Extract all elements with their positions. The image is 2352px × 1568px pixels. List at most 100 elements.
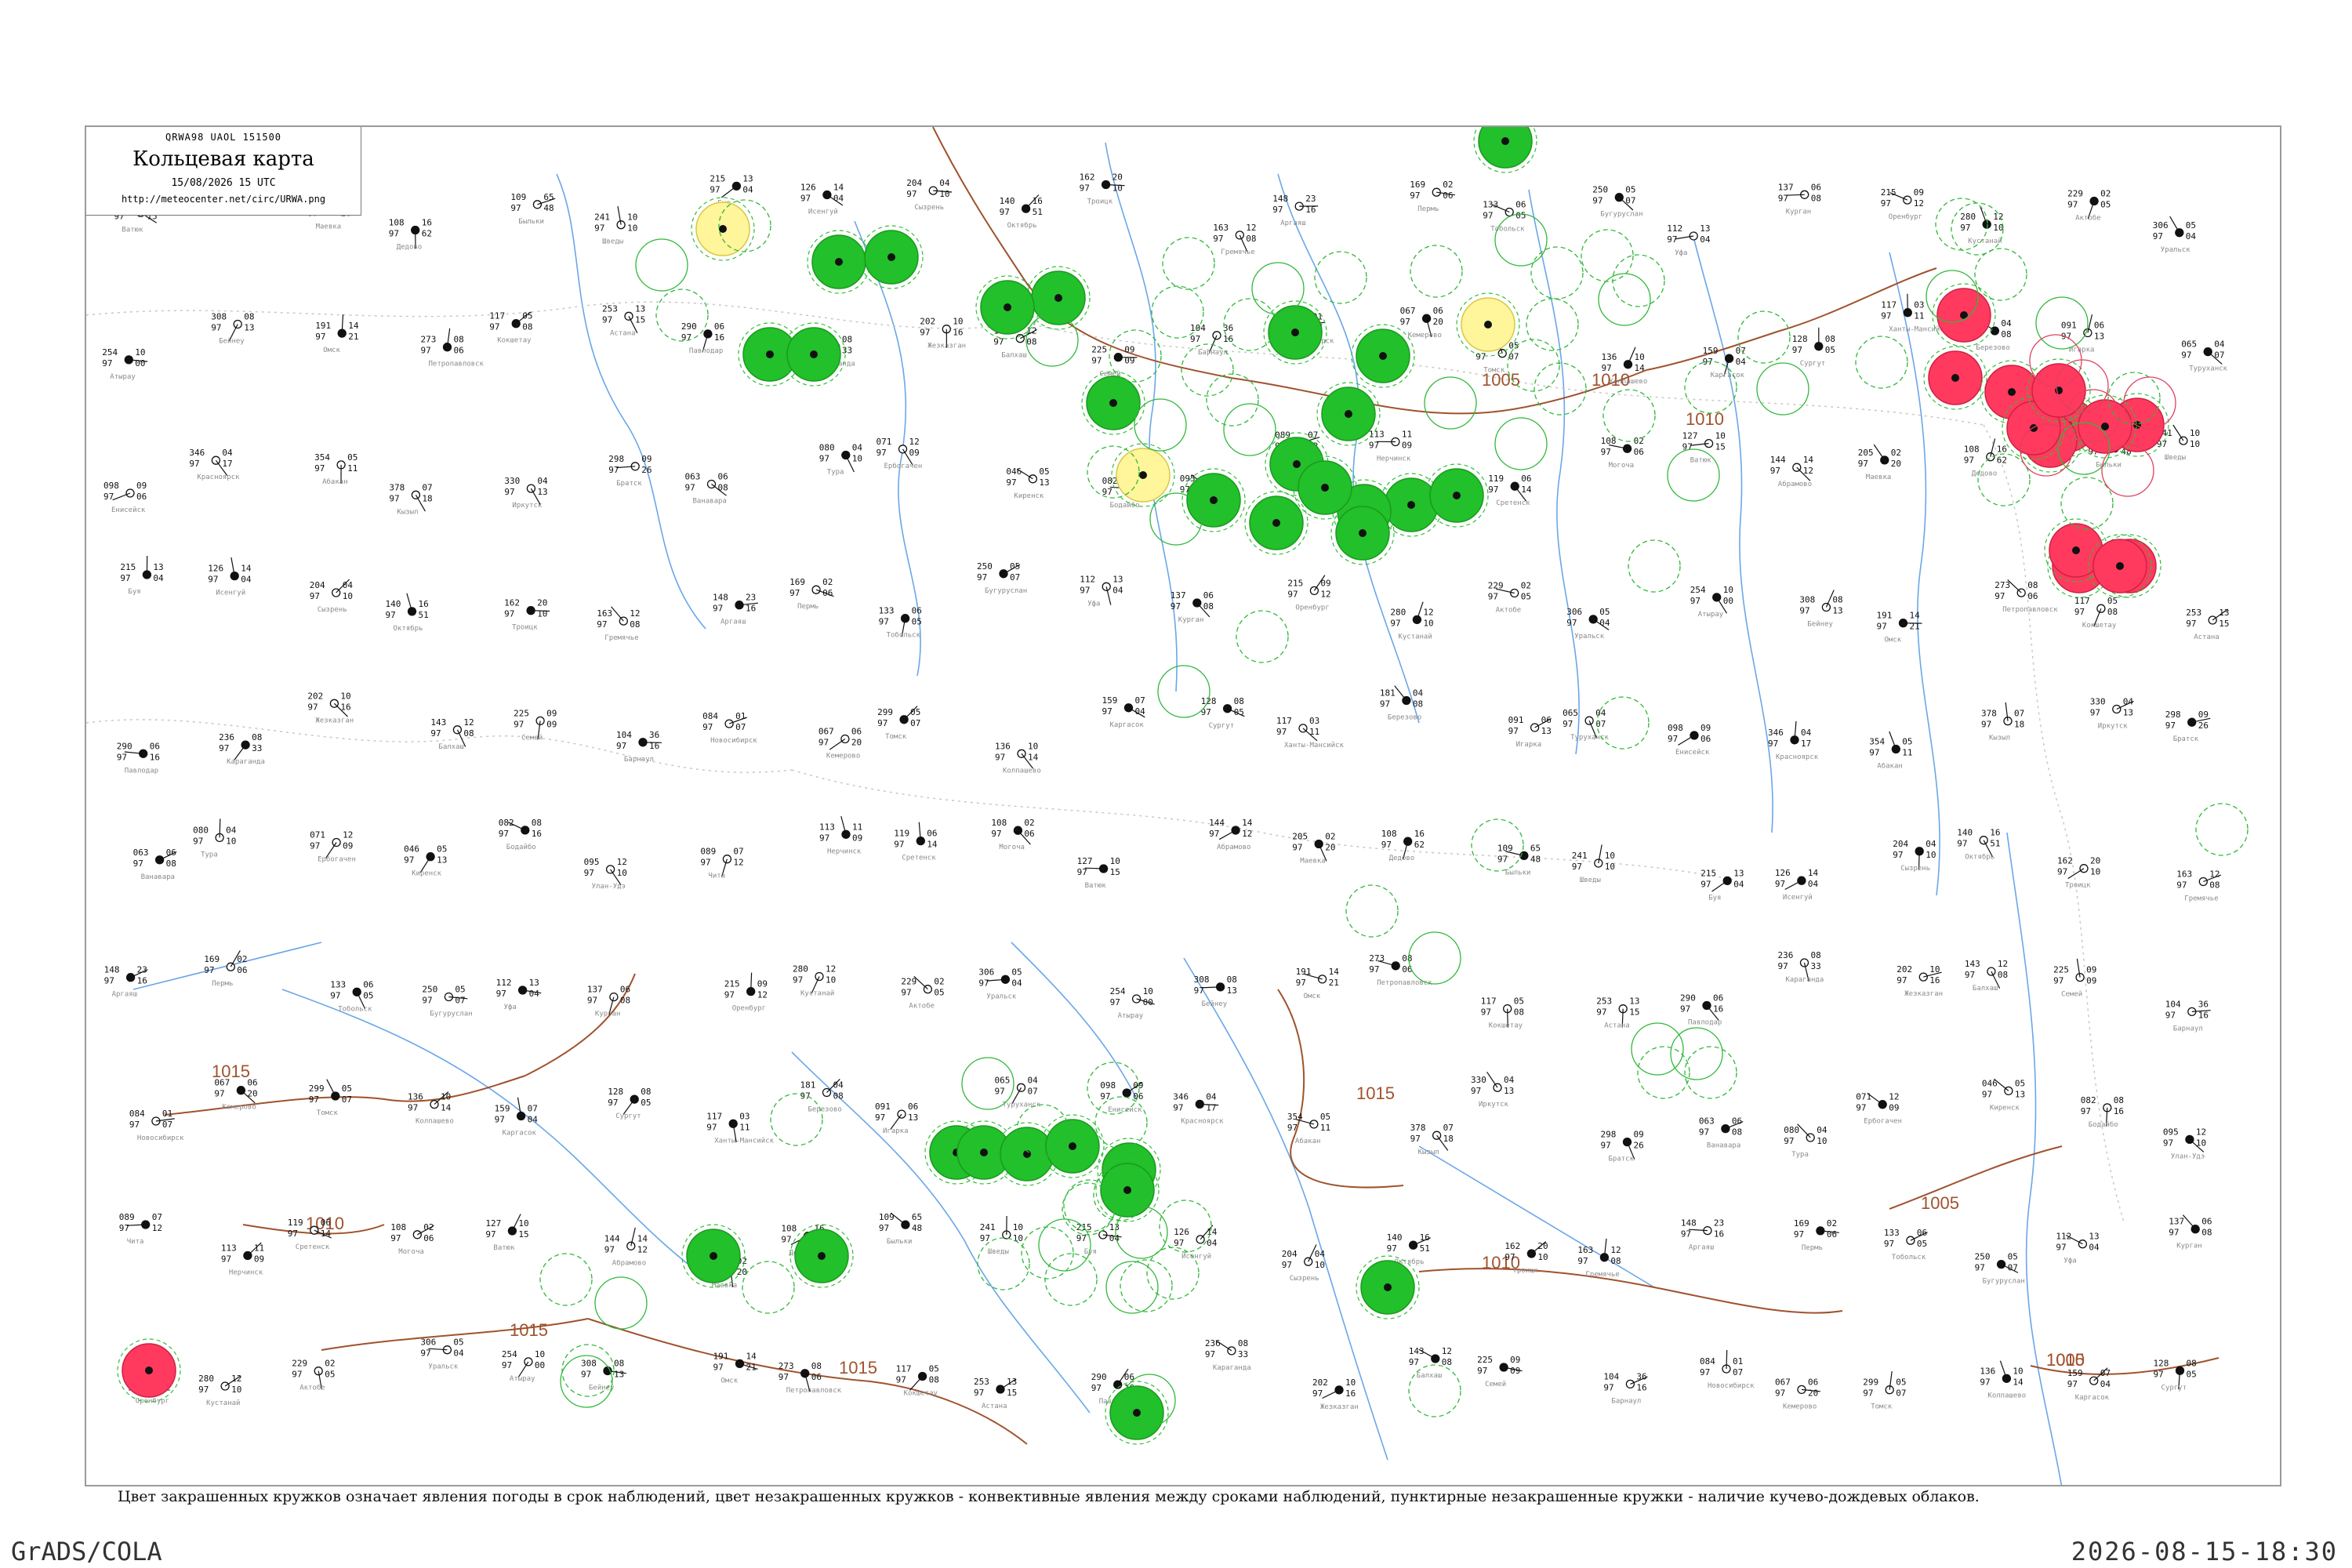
convective-ring-icon[interactable] — [1737, 310, 1791, 364]
convective-ring-icon[interactable] — [1670, 1027, 1723, 1080]
station-plot[interactable]: 108 16 97 62 Дедово — [1964, 438, 2007, 478]
station-plot[interactable]: 202 10 97 16 Жезказган — [1312, 1377, 1359, 1411]
station-plot[interactable]: 137 06 97 08 Курган — [1171, 590, 1214, 624]
station-plot[interactable]: 108 02 97 06 Могоча — [390, 1222, 434, 1256]
station-plot[interactable]: 241 10 97 10 Шведы — [1572, 844, 1615, 884]
station-plot[interactable]: 215 09 97 12 Оренбург — [1881, 187, 1924, 221]
station-plot[interactable]: 202 10 97 16 Жезказган — [920, 317, 966, 350]
convective-ring-icon[interactable] — [594, 1276, 648, 1330]
convective-ring-icon[interactable] — [770, 1093, 823, 1146]
station-plot[interactable]: 378 07 97 18 Кызыл — [1410, 1123, 1454, 1156]
station-plot[interactable]: 136 10 97 14 Колпашево — [995, 741, 1041, 775]
station-plot[interactable]: 112 13 97 04 Уфа — [1080, 574, 1123, 608]
station-plot[interactable]: 308 0897 13Бейнеу — [1194, 975, 1237, 1008]
convective-ring-icon[interactable] — [1684, 361, 1737, 414]
station-plot[interactable]: 273 08 97 06 Петропавловск — [421, 328, 485, 368]
station-plot[interactable]: 148 23 97 16 Аргаяш — [1272, 194, 1319, 227]
thunderstorm-marker-icon[interactable] — [1244, 491, 1308, 555]
station-plot[interactable]: 071 12 97 09 Ербогачен — [310, 830, 356, 864]
station-plot[interactable]: 205 02 97 20 Маевка — [1858, 444, 1901, 481]
station-plot[interactable]: 084 01 97 07 Новосибирск — [1700, 1349, 1755, 1390]
station-plot[interactable]: 067 06 97 20 Кемерово — [1400, 306, 1443, 339]
thunderstorm-marker-icon[interactable] — [1425, 463, 1489, 528]
station-plot[interactable]: 225 09 97 09 Семей — [1477, 1355, 1523, 1388]
convective-ring-icon[interactable] — [1628, 539, 1681, 593]
station-plot[interactable]: 112 13 97 04 Уфа — [1667, 223, 1711, 257]
station-plot[interactable]: 308 0897 13Бейнеу — [211, 312, 254, 346]
station-plot[interactable]: 080 04 97 10 Тура — [819, 443, 863, 477]
station-plot[interactable]: 140 16 97 51 Октябрь — [386, 593, 429, 633]
station-plot[interactable]: 117 05 97 08 Кокшетау — [896, 1364, 939, 1398]
station-plot[interactable]: 205 02 97 20 Маевка — [1292, 832, 1335, 866]
convective-ring-icon[interactable] — [635, 238, 688, 292]
station-plot[interactable]: 253 13 97 15Астана — [974, 1377, 1017, 1410]
station-plot[interactable]: 126 14 97 04 Исенгуй — [1775, 868, 1819, 902]
station-plot[interactable]: 163 12 97 08 Гремячье — [2176, 869, 2222, 903]
convective-ring-icon[interactable] — [1756, 362, 1809, 416]
station-plot[interactable]: 065 04 97 07 Туруханск — [995, 1075, 1041, 1109]
shower-marker-icon[interactable] — [2073, 394, 2137, 459]
station-plot[interactable]: 354 05 97 11 Абакан — [1869, 731, 1913, 771]
convective-ring-icon[interactable] — [1038, 1218, 1091, 1272]
station-plot[interactable]: 191 14 97 21 Омск — [315, 314, 359, 354]
station-plot[interactable]: 084 01 97 07 Новосибирск — [702, 711, 757, 745]
station-plot[interactable]: 229 02 97 05 Актобе — [1488, 581, 1531, 615]
station-plot[interactable]: 137 06 97 08 Курган — [587, 985, 630, 1018]
station-plot[interactable]: 298 09 97 26 Братск — [1601, 1130, 1644, 1163]
station-plot[interactable]: 378 07 97 18 Кызыл — [389, 482, 432, 516]
station-plot[interactable]: 089 07 97 12 Чита — [119, 1212, 162, 1246]
convective-ring-icon[interactable] — [1974, 248, 2027, 301]
station-plot[interactable]: 098 0997 06Енисейск — [1100, 1080, 1143, 1114]
station-plot[interactable]: 308 0897 13Бейнеу — [581, 1359, 626, 1392]
station-plot[interactable]: 330 04 97 13 Иркутск — [2090, 697, 2134, 731]
station-plot[interactable]: 091 06 97 13 Игарка — [875, 1102, 918, 1135]
convective-ring-icon[interactable] — [1151, 285, 1204, 339]
station-plot[interactable]: 162 20 97 10 Троицк — [1080, 172, 1125, 206]
station-plot[interactable]: 280 12 97 10 Кустанай — [1390, 601, 1434, 641]
shower-marker-icon[interactable] — [1932, 283, 1996, 347]
station-plot[interactable]: 204 04 97 10 Сызрень — [1282, 1244, 1326, 1283]
station-plot[interactable]: 113 11 97 09 Нерчинск — [221, 1242, 264, 1277]
station-plot[interactable]: 229 02 97 05 Актобе — [2067, 189, 2111, 223]
thunderstorm-marker-icon[interactable] — [1473, 127, 1537, 173]
station-plot[interactable]: 127 10 97 15Ватюк — [1682, 431, 1726, 465]
station-plot[interactable]: 250 05 97 07 Бугуруслан — [422, 985, 472, 1018]
station-plot[interactable]: 144 14 97 12 Абрамово — [604, 1227, 648, 1267]
station-plot[interactable]: 298 09 97 26 Братск — [2165, 710, 2211, 743]
station-plot[interactable]: 159 07 97 04 Каргасок — [2067, 1367, 2111, 1402]
thunderstorm-marker-icon[interactable] — [1081, 371, 1145, 435]
station-plot[interactable]: 112 13 97 04 Уфа — [2056, 1232, 2100, 1265]
convective-ring-icon[interactable] — [1345, 884, 1399, 938]
station-plot[interactable]: 236 08 97 33 Караганда — [1205, 1338, 1251, 1372]
station-plot[interactable]: 169 02 97 06 Пермь — [1794, 1218, 1839, 1252]
station-plot[interactable]: 082 08 97 16 Бодайбо — [499, 818, 542, 851]
thunderstorm-marker-icon[interactable] — [975, 275, 1040, 339]
convective-ring-icon[interactable] — [1314, 251, 1367, 304]
station-plot[interactable]: 126 14 97 04 Исенгуй — [208, 557, 252, 597]
station-plot[interactable]: 098 0997 06Енисейск — [1668, 723, 1711, 757]
convective-ring-icon[interactable] — [1684, 1046, 1737, 1099]
shower-marker-icon[interactable] — [2088, 534, 2152, 598]
station-plot[interactable]: 140 16 97 51 Октябрь — [1000, 194, 1043, 230]
station-plot[interactable]: 215 09 97 12 Оренбург — [1287, 575, 1331, 612]
station-plot[interactable]: 225 09 97 09 Семей — [2053, 958, 2096, 999]
convective-ring-icon[interactable] — [1115, 1206, 1168, 1259]
station-plot[interactable]: 046 05 97 13 Киренск — [1982, 1078, 2025, 1112]
station-plot[interactable]: 108 02 97 06 Могоча — [991, 818, 1034, 851]
station-plot[interactable]: 065 04 97 07 Туруханск — [2181, 339, 2227, 373]
station-plot[interactable]: 254 10 97 00 Атырау — [1690, 585, 1733, 619]
thunderstorm-marker-icon[interactable] — [782, 322, 846, 387]
station-plot[interactable]: 215139704Буя — [710, 173, 753, 207]
station-plot[interactable]: 067 06 97 20 Кемерово — [818, 727, 862, 760]
station-plot[interactable]: 298 09 97 26 Братск — [608, 454, 652, 488]
station-plot[interactable]: 204 04 97 10 Сызрень — [1893, 839, 1936, 873]
station-plot[interactable]: 215139704Буя — [1700, 868, 1744, 902]
convective-ring-icon[interactable] — [1157, 665, 1210, 718]
station-plot[interactable]: 143 12 97 08Балхаш — [1965, 959, 2008, 993]
convective-ring-icon[interactable] — [1408, 931, 1461, 985]
station-plot[interactable]: 202 10 97 16 Жезказган — [1896, 964, 1943, 998]
station-plot[interactable]: 273 08 97 06 Петропавловск — [1994, 579, 2058, 615]
station-plot[interactable]: 112 13 97 04 Уфа — [496, 978, 542, 1011]
convective-ring-icon[interactable] — [1494, 417, 1548, 470]
convective-ring-icon[interactable] — [977, 1237, 1030, 1290]
